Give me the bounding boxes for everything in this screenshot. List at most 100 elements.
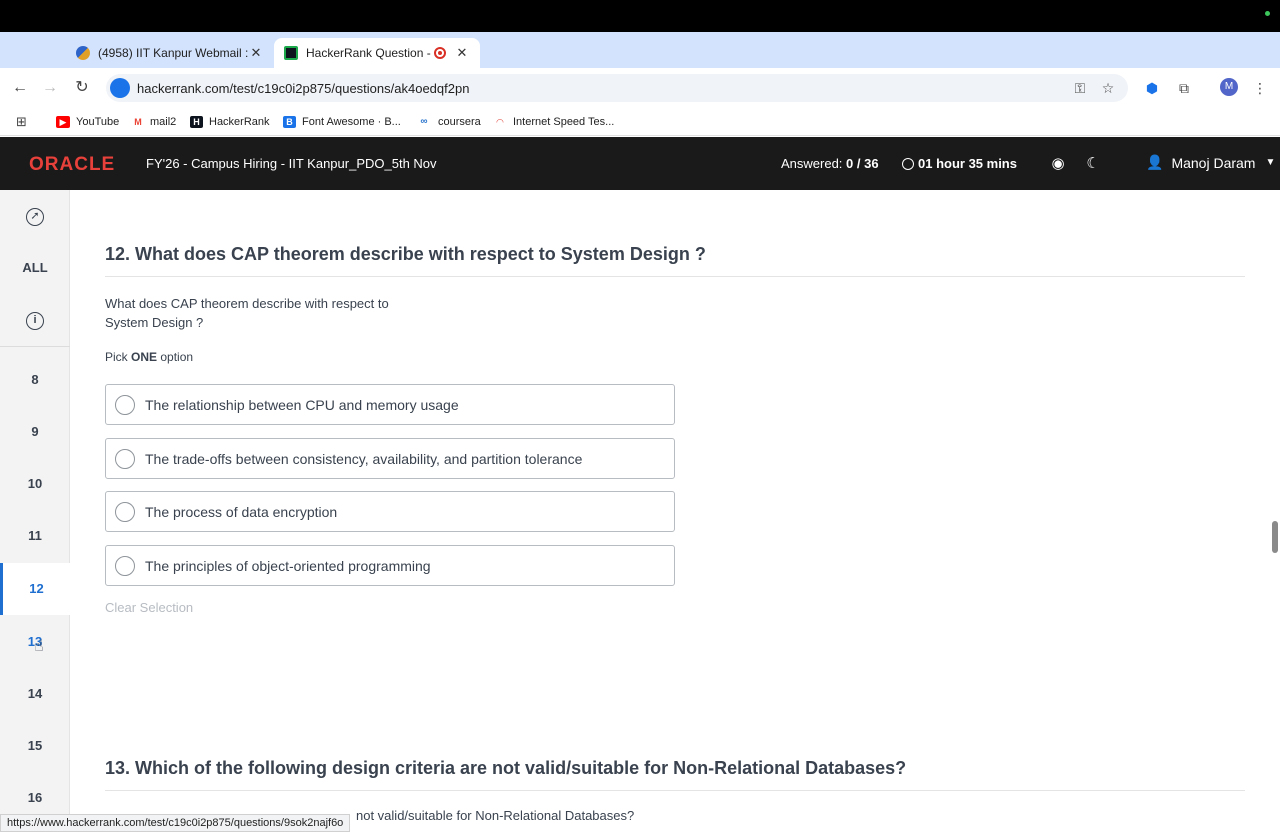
title-divider <box>105 790 1245 791</box>
os-top-bar <box>0 0 1280 32</box>
option-label: The trade-offs between consistency, avai… <box>145 450 583 467</box>
sidebar-item-15[interactable]: 15 <box>0 720 70 772</box>
question-content: 12. What does CAP theorem describe with … <box>70 190 1272 832</box>
oracle-logo: ORACLE <box>29 154 116 175</box>
menu-kebab-icon[interactable]: ⋮ <box>1250 78 1270 98</box>
star-icon[interactable]: ☆ <box>1098 78 1118 98</box>
fontawesome-icon: B <box>283 116 296 128</box>
recording-icon <box>434 47 446 59</box>
pick-instruction: Pick ONE option <box>105 350 193 364</box>
gmail-icon: M <box>132 116 144 128</box>
speedtest-icon: ◠ <box>493 116 507 128</box>
info-button[interactable]: i <box>0 294 70 346</box>
address-bar[interactable]: hackerrank.com/test/c19c0i2p875/question… <box>106 74 1128 102</box>
bookmark-hackerrank[interactable]: H HackerRank <box>190 114 270 130</box>
sidebar-item-11[interactable]: 11 <box>0 510 70 562</box>
pick-bold: ONE <box>131 350 158 364</box>
tab-hackerrank[interactable]: HackerRank Question - W ✕ <box>274 38 480 68</box>
question-13-title: 13. Which of the following design criter… <box>105 758 907 778</box>
bookmarks-bar: ⊞ ▶ YouTube Mmail2 H HackerRank B Font Awes… <box>0 108 1280 136</box>
option-2[interactable]: The trade-offs between consistency, avai… <box>105 438 675 479</box>
sidebar-item-10[interactable]: 10 <box>0 458 70 510</box>
question-text-line: What does CAP theorem describe with resp… <box>105 296 389 311</box>
question-12-text: What does CAP theorem describe with resp… <box>105 294 425 332</box>
puzzle-icon[interactable]: ⧉ <box>1174 78 1194 98</box>
timer-text: 01 hour 35 mins <box>918 156 1017 171</box>
radio-button[interactable] <box>115 394 135 415</box>
bookmark-label: Internet Speed Tes... <box>513 116 615 128</box>
forward-icon[interactable]: → <box>40 78 60 98</box>
sidebar-item-14[interactable]: 14 <box>0 668 70 720</box>
close-icon[interactable]: ✕ <box>248 45 264 61</box>
key-icon[interactable]: ⚿ <box>1070 78 1090 98</box>
navigation-bar: ← → ↻ hackerrank.com/test/c19c0i2p875/qu… <box>0 68 1280 108</box>
pick-suffix: option <box>160 350 194 364</box>
extension-icon[interactable]: ⬢ <box>1142 78 1162 98</box>
hackerrank-icon: H <box>190 116 203 128</box>
option-label: The process of data encryption <box>145 503 338 520</box>
profile-avatar[interactable]: M <box>1220 78 1238 96</box>
bookmark-mail2[interactable]: Mmail2 <box>132 114 176 130</box>
compass-icon: ➚ <box>26 207 44 226</box>
radio-button[interactable] <box>115 555 135 576</box>
pick-prefix: Pick <box>105 350 128 364</box>
compass-button[interactable]: ➚ <box>0 190 70 242</box>
test-header: ORACLE FY'26 - Campus Hiring - IIT Kanpu… <box>0 137 1280 190</box>
scrollbar-thumb[interactable] <box>1272 521 1278 553</box>
tab-title: (4958) IIT Kanpur Webmail :: <box>98 46 248 60</box>
tab-strip: (4958) IIT Kanpur Webmail :: ✕ HackerRan… <box>0 32 1280 92</box>
answered-value: 0 / 36 <box>846 156 879 171</box>
info-icon: i <box>26 311 44 330</box>
coursera-icon: ∞ <box>416 116 432 128</box>
sidebar-item-8[interactable]: 8 <box>0 354 70 406</box>
answered-label: Answered: <box>781 156 843 171</box>
clear-selection-button[interactable]: Clear Selection <box>105 600 193 615</box>
reload-icon[interactable]: ↻ <box>72 78 92 98</box>
youtube-icon: ▶ <box>56 116 70 128</box>
sidebar-divider <box>0 346 70 347</box>
caret-down-icon: ▼ <box>1265 157 1276 168</box>
question-sidebar: ➚ ALL i 8 9 10 11 12 13 14 15 16 <box>0 190 70 832</box>
bookmark-label: HackerRank <box>209 116 270 128</box>
apps-grid-icon[interactable]: ⊞ <box>16 114 27 130</box>
bookmark-speedtest[interactable]: ◠ Internet Speed Tes... <box>493 114 614 130</box>
question-12-title: 12. What does CAP theorem describe with … <box>105 244 706 264</box>
hand-cursor-icon: ☝ <box>34 638 44 655</box>
bookmark-fontawesome[interactable]: B Font Awesome · B... <box>283 114 401 130</box>
radio-button[interactable] <box>115 501 135 522</box>
bookmark-coursera[interactable]: ∞ coursera <box>416 114 481 130</box>
url-text[interactable]: hackerrank.com/test/c19c0i2p875/question… <box>137 81 1128 96</box>
user-icon: 👤 <box>1146 154 1164 170</box>
tab-title: HackerRank Question - W <box>306 46 434 60</box>
bookmark-label: Font Awesome · B... <box>302 116 401 128</box>
test-title: FY'26 - Campus Hiring - IIT Kanpur_PDO_5… <box>146 156 437 171</box>
option-1[interactable]: The relationship between CPU and memory … <box>105 384 675 425</box>
status-dot <box>1265 11 1270 16</box>
clock-icon <box>902 157 914 170</box>
bookmark-label: mail2 <box>150 116 177 128</box>
bookmark-label: coursera <box>438 116 481 128</box>
close-icon[interactable]: ✕ <box>454 45 470 61</box>
site-info-icon[interactable] <box>110 78 130 98</box>
answered-count: Answered: 0 / 36 <box>781 156 879 171</box>
user-name: Manoj Daram <box>1171 154 1256 171</box>
bookmark-youtube[interactable]: ▶ YouTube <box>56 114 119 130</box>
question-text-line: System Design ? <box>105 315 204 330</box>
hackerrank-favicon-icon <box>284 46 298 60</box>
status-bar-url: https://www.hackerrank.com/test/c19c0i2p… <box>0 814 351 832</box>
option-3[interactable]: The process of data encryption <box>105 491 675 532</box>
radio-button[interactable] <box>115 448 135 469</box>
timer: 01 hour 35 mins <box>902 156 1017 171</box>
user-menu[interactable]: 👤 Manoj Daram ▼ <box>1146 154 1275 171</box>
sidebar-item-12[interactable]: 12 <box>0 563 70 615</box>
tab-webmail[interactable]: (4958) IIT Kanpur Webmail :: ✕ <box>66 38 274 68</box>
option-label: The principles of object-oriented progra… <box>145 557 431 574</box>
moon-icon[interactable]: ☾ <box>1083 154 1103 174</box>
sidebar-item-9[interactable]: 9 <box>0 406 70 458</box>
sidebar-item-all[interactable]: ALL <box>0 242 70 294</box>
title-divider <box>105 276 1245 277</box>
back-icon[interactable]: ← <box>10 78 30 98</box>
option-4[interactable]: The principles of object-oriented progra… <box>105 545 675 586</box>
eye-icon[interactable]: ◉ <box>1048 154 1068 174</box>
bookmark-label: YouTube <box>76 116 120 128</box>
